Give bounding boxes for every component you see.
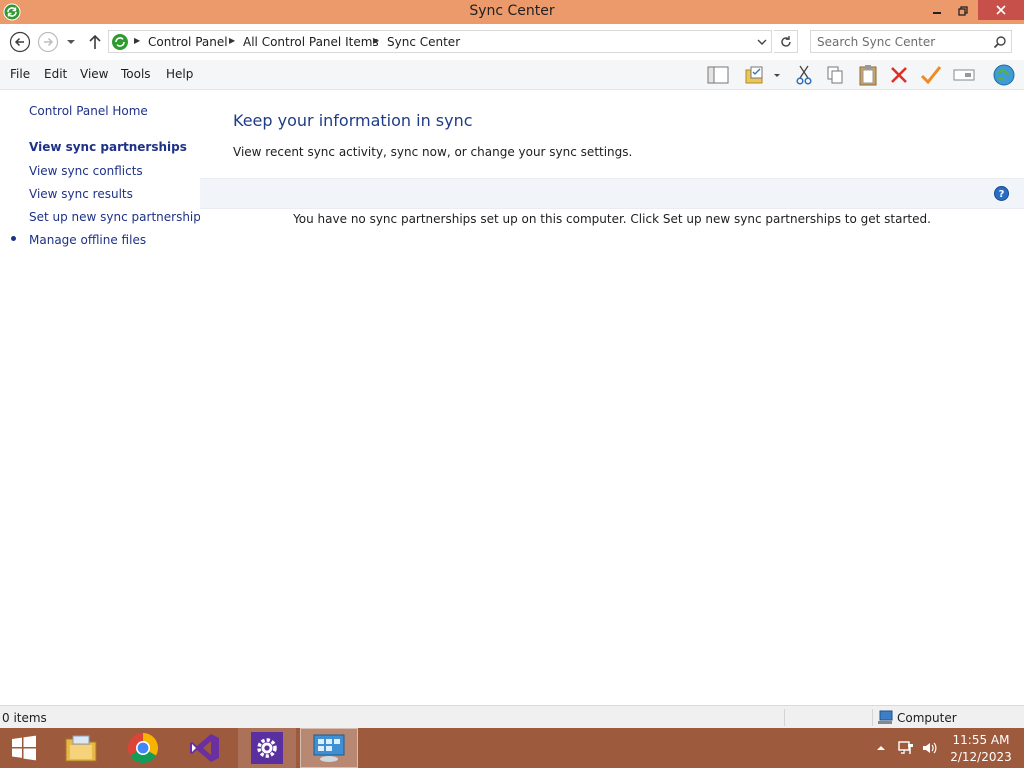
chevron-up-icon: [877, 746, 885, 750]
show-hidden-icons-button[interactable]: [873, 740, 889, 756]
view-sync-results-link[interactable]: View sync results: [29, 187, 133, 201]
control-panel-button[interactable]: [300, 728, 358, 768]
delete-button[interactable]: [886, 63, 912, 87]
minimize-icon: [933, 12, 941, 14]
layout-pane-icon: [707, 66, 729, 84]
window-title: Sync Center: [469, 3, 555, 19]
restore-button[interactable]: [950, 0, 976, 22]
partnership-list-header: ?: [200, 178, 1024, 209]
volume-icon: [923, 742, 937, 754]
main-content: Keep your information in sync View recen…: [200, 90, 1024, 705]
menu-edit[interactable]: Edit: [44, 67, 67, 81]
chrome-icon: [127, 733, 159, 764]
visual-studio-icon: [190, 734, 219, 762]
status-divider: [784, 709, 785, 726]
close-button[interactable]: [978, 0, 1024, 20]
paste-button[interactable]: [855, 63, 881, 87]
rename-icon: [953, 69, 975, 81]
apply-button[interactable]: [918, 63, 944, 87]
minimize-button[interactable]: [924, 0, 950, 22]
breadcrumb-control-panel[interactable]: Control Panel: [148, 35, 228, 49]
up-button[interactable]: [86, 32, 104, 52]
start-button[interactable]: [0, 728, 48, 768]
search-input[interactable]: [817, 34, 987, 50]
setup-sync-partnerships-link[interactable]: Set up new sync partnerships: [29, 210, 207, 224]
sync-center-icon: [112, 34, 128, 50]
properties-button[interactable]: [743, 63, 781, 87]
view-sync-partnerships-link[interactable]: View sync partnerships: [29, 140, 187, 154]
forward-button[interactable]: [37, 31, 59, 53]
page-title: Keep your information in sync: [233, 111, 473, 130]
status-zone-label: Computer: [897, 711, 957, 725]
cut-icon: [796, 65, 812, 85]
manage-offline-files-link[interactable]: Manage offline files: [29, 233, 146, 247]
empty-list-message: You have no sync partnerships set up on …: [293, 212, 931, 226]
chrome-button[interactable]: [114, 728, 172, 768]
menu-help[interactable]: Help: [166, 67, 193, 81]
status-bar: 0 items Computer: [0, 705, 1024, 728]
checkmark-icon: [920, 66, 942, 85]
breadcrumb-separator-icon[interactable]: ▶: [373, 36, 379, 45]
layout-pane-button[interactable]: [705, 63, 731, 87]
current-page-bullet: [11, 236, 16, 241]
close-icon: [996, 5, 1006, 15]
start-icon: [12, 735, 36, 761]
clock-date[interactable]: 2/12/2023: [950, 750, 1012, 764]
breadcrumb-separator-icon[interactable]: ▶: [134, 36, 140, 45]
breadcrumb-separator-icon[interactable]: ▶: [229, 36, 235, 45]
view-sync-conflicts-link[interactable]: View sync conflicts: [29, 164, 143, 178]
svg-text:?: ?: [999, 189, 1005, 200]
computer-icon: [878, 710, 893, 724]
address-bar[interactable]: ▶ Control Panel ▶ All Control Panel Item…: [108, 30, 772, 53]
navigation-pane: Control Panel Home View sync partnership…: [0, 90, 207, 705]
recent-locations-button[interactable]: [64, 34, 78, 50]
paste-icon: [859, 65, 877, 86]
network-icon: [898, 741, 913, 754]
title-bar: Sync Center: [0, 0, 1024, 24]
delete-icon: [891, 67, 907, 83]
rename-button[interactable]: [951, 63, 977, 87]
forward-arrow-icon: [37, 31, 59, 53]
settings-button[interactable]: [238, 728, 296, 768]
cut-button[interactable]: [791, 63, 817, 87]
taskbar: 11:55 AM 2/12/2023: [0, 728, 1024, 768]
file-explorer-icon: [65, 735, 97, 762]
up-arrow-icon: [89, 34, 101, 49]
control-panel-home-link[interactable]: Control Panel Home: [29, 104, 148, 118]
menu-tools[interactable]: Tools: [121, 67, 151, 81]
search-icon[interactable]: [993, 35, 1007, 49]
back-button[interactable]: [9, 31, 31, 53]
menu-file[interactable]: File: [10, 67, 30, 81]
menu-bar: File Edit View Tools Help: [0, 60, 1024, 90]
visual-studio-button[interactable]: [176, 728, 234, 768]
breadcrumb-sync-center[interactable]: Sync Center: [387, 35, 460, 49]
status-divider: [872, 709, 873, 726]
copy-button[interactable]: [822, 63, 848, 87]
breadcrumb-all-items[interactable]: All Control Panel Items: [243, 35, 379, 49]
address-history-button[interactable]: [754, 34, 770, 50]
globe-icon: [993, 64, 1015, 86]
clock-time[interactable]: 11:55 AM: [950, 733, 1012, 747]
refresh-button[interactable]: [774, 30, 798, 53]
chevron-down-icon: [67, 40, 75, 44]
menu-view[interactable]: View: [80, 67, 108, 81]
item-count: 0 items: [2, 711, 47, 725]
control-panel-icon: [313, 734, 345, 762]
navigation-bar: ▶ Control Panel ▶ All Control Panel Item…: [0, 24, 1024, 60]
file-explorer-button[interactable]: [52, 728, 110, 768]
chevron-down-icon: [757, 39, 767, 45]
properties-icon: [745, 66, 780, 84]
help-icon[interactable]: ?: [994, 186, 1009, 201]
page-description: View recent sync activity, sync now, or …: [233, 145, 633, 159]
internet-button[interactable]: [989, 63, 1019, 87]
search-box[interactable]: [810, 30, 1012, 53]
restore-icon: [958, 6, 968, 16]
back-arrow-icon: [9, 31, 31, 53]
network-button[interactable]: [898, 740, 914, 756]
refresh-icon: [780, 35, 791, 47]
settings-icon: [251, 732, 283, 764]
copy-icon: [827, 66, 843, 84]
volume-button[interactable]: [921, 740, 937, 756]
